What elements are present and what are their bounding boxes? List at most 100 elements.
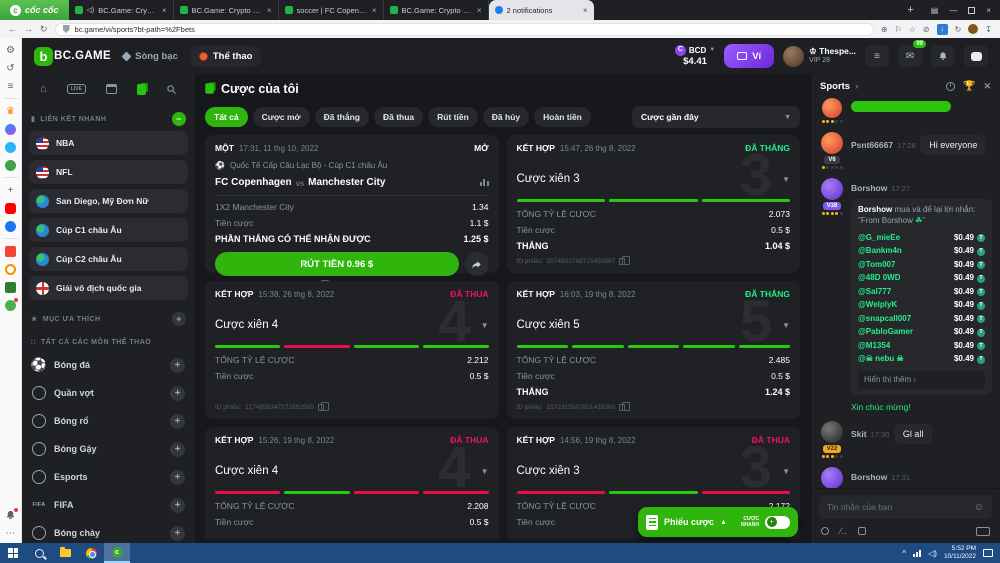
network-icon[interactable] (913, 550, 921, 557)
recipient-name[interactable]: @Bankm4n (858, 246, 902, 257)
filter-tab-c-c-m-[interactable]: Cược mở (253, 107, 310, 127)
blocker-icon[interactable]: ⊘ (923, 25, 930, 34)
flag-icon[interactable]: ⚐ (895, 25, 902, 34)
zalo-icon[interactable] (5, 141, 17, 153)
copy-icon[interactable] (619, 404, 625, 411)
forward-button[interactable]: → (24, 24, 33, 34)
filter-tab-r-t-ti-n[interactable]: Rút tiền (428, 107, 478, 127)
bet-card-parlay[interactable]: KẾT HỢP15:47, 26 thg 8, 2022ĐÃ THẮNG3Cượ… (507, 135, 801, 273)
bet-list-button[interactable]: ≡ (865, 45, 889, 67)
coccoc-brand-button[interactable]: c cốc cốc (0, 0, 69, 20)
chevron-down-icon[interactable]: ▼ (481, 321, 489, 330)
browser-tab[interactable]: 2 notifications× (489, 0, 594, 20)
bet-card-parlay[interactable]: KẾT HỢP15:26, 19 thg 8, 2022ĐÃ THUA4Cược… (205, 427, 499, 539)
chat-close-icon[interactable]: ✕ (983, 81, 991, 92)
expand-plus-button[interactable]: + (170, 358, 185, 373)
filter-tab-t-t-c-[interactable]: Tất cả (205, 107, 248, 127)
recipient-name[interactable]: @☠ nebu ☠ (858, 354, 904, 365)
avatar[interactable] (821, 178, 843, 200)
sidebar-sport-basketball[interactable]: Bóng rổ+ (22, 407, 195, 435)
chevron-down-icon[interactable]: ▼ (481, 467, 489, 476)
save-icon[interactable]: ⊕ (881, 25, 888, 34)
chat-leaf-icon[interactable] (5, 299, 17, 311)
filter-tab-ho-n-ti-n[interactable]: Hoàn tiền (534, 107, 591, 127)
dice-icon[interactable] (858, 527, 866, 535)
my-bets-icon[interactable] (137, 84, 146, 95)
inbox-button[interactable]: ✉ 99 (898, 45, 922, 67)
taskbar-clock[interactable]: 5:52 PM10/11/2022 (944, 545, 976, 561)
add-shortcut-icon[interactable]: + (5, 184, 17, 196)
user-profile[interactable]: ♔ Thespe... VIP 28 (783, 46, 856, 67)
alarm-icon[interactable] (5, 263, 17, 275)
chat-username[interactable]: Borshow (851, 183, 887, 193)
back-button[interactable]: ← (8, 24, 17, 34)
gif-keyboard-icon[interactable] (976, 527, 990, 536)
notifications-bell-button[interactable] (931, 45, 955, 67)
bookmark-star-icon[interactable]: ☆ (909, 25, 916, 34)
minimize-button[interactable]: — (949, 6, 957, 15)
expand-plus-button[interactable]: + (170, 470, 185, 485)
bet-card-single[interactable]: MỘT 17:31, 11 thg 10, 2022 MỞ ⚽ Quốc Tế … (205, 135, 499, 273)
expand-plus-button[interactable]: + (170, 526, 185, 541)
new-tab-button[interactable]: + (899, 4, 921, 16)
bcgame-logo[interactable]: b BC.GAME (34, 47, 111, 66)
match-row[interactable]: FC Copenhagen vs Manchester City (215, 170, 489, 196)
quick-bet-toggle[interactable]: + (765, 516, 790, 529)
chat-username[interactable]: Psnt66667 (851, 140, 893, 150)
bet-card-parlay[interactable]: KẾT HỢP15:38, 26 thg 8, 2022ĐÃ THUA4Cược… (205, 281, 499, 419)
expand-plus-button[interactable]: + (170, 442, 185, 457)
sidebar-item-san-diego-m-n-n-[interactable]: San Diego, Mỹ Đơn Nữ (29, 189, 188, 213)
chevron-down-icon[interactable]: ▼ (782, 467, 790, 476)
maximize-button[interactable] (968, 7, 975, 14)
tip-rain-icon[interactable] (821, 527, 829, 535)
sync-icon[interactable]: ↻ (955, 25, 962, 34)
emoji-icon[interactable]: ☺ (974, 502, 984, 513)
sidebar-sport-fifa[interactable]: FIFAFIFA+ (22, 491, 195, 519)
chat-username[interactable]: Skit (851, 429, 867, 439)
betslip-button[interactable]: Phiếu cược ▲ CƯỢCNHANH + (638, 507, 798, 537)
calendar-icon[interactable] (106, 84, 117, 94)
chat-room-label[interactable]: Sports (820, 81, 850, 92)
recipient-name[interactable]: @Tom007 (858, 260, 895, 271)
downloads-icon[interactable]: ↧ (985, 25, 992, 34)
avatar[interactable] (821, 467, 843, 488)
chevron-down-icon[interactable]: ▼ (782, 175, 790, 184)
share-button[interactable] (465, 252, 489, 276)
filter-tab--thua[interactable]: Đã thua (374, 107, 423, 127)
expand-plus-button[interactable]: + (170, 386, 185, 401)
recipient-name[interactable]: @M1354 (858, 341, 890, 352)
browser-tab[interactable]: soccer | FC Copenhagen vs M× (279, 0, 384, 20)
sidebar-item-gi-i-v-ch-qu-c-gia[interactable]: Giải vô địch quốc gia (29, 276, 188, 300)
rules-icon[interactable]: ⁄.. (840, 526, 847, 536)
sidebar-item-c-p-c1-ch-u-u[interactable]: Cúp C1 châu Âu (29, 218, 188, 242)
chat-input[interactable]: Tin nhắn của bạn ☺ (819, 495, 992, 519)
live-icon[interactable]: LIVE (67, 84, 86, 94)
start-button[interactable] (0, 543, 26, 563)
browser-tab[interactable]: BC.Game: Crypto Casino Gan× (174, 0, 279, 20)
recipient-name[interactable]: @G_mieEe (858, 233, 900, 244)
download-extension-icon[interactable]: ↓ (937, 24, 948, 35)
tab-audio-icon[interactable]: ◁) (87, 6, 95, 14)
volume-icon[interactable]: ◁) (928, 549, 937, 558)
sort-dropdown[interactable]: Cược gần đây▼ (632, 106, 800, 128)
sidebar-item-c-p-c2-ch-u-u[interactable]: Cúp C2 châu Âu (29, 247, 188, 271)
tray-up-icon[interactable]: ^ (902, 549, 906, 558)
wallet-button[interactable]: Ví (724, 44, 774, 68)
messenger-icon[interactable] (5, 123, 17, 135)
sidebar-sport-baseball[interactable]: Bóng chày+ (22, 519, 195, 543)
add-favorite-button[interactable]: + (172, 312, 186, 326)
profile-avatar[interactable] (968, 24, 978, 34)
reader-mode-icon[interactable]: ≡ (5, 80, 17, 92)
filter-tab--h-y[interactable]: Đã hủy (483, 107, 529, 127)
sidebar-sport-tennis[interactable]: Quần vợt+ (22, 379, 195, 407)
tab-close-icon[interactable]: × (162, 6, 167, 15)
browser-tab[interactable]: ◁)BC.Game: Crypto Casino× (69, 0, 174, 20)
reload-button[interactable]: ↻ (40, 24, 48, 35)
shop-icon[interactable] (5, 281, 17, 293)
show-more-button[interactable]: Hiển thị thêm › (858, 371, 985, 390)
youtube-icon[interactable] (5, 202, 17, 214)
recipient-name[interactable]: @48D 0WD (858, 273, 900, 284)
copy-icon[interactable] (619, 258, 625, 265)
cashout-button[interactable]: RÚT TIỀN 0.96 $ (215, 252, 459, 276)
sidebar-item-nba[interactable]: NBA (29, 131, 188, 155)
